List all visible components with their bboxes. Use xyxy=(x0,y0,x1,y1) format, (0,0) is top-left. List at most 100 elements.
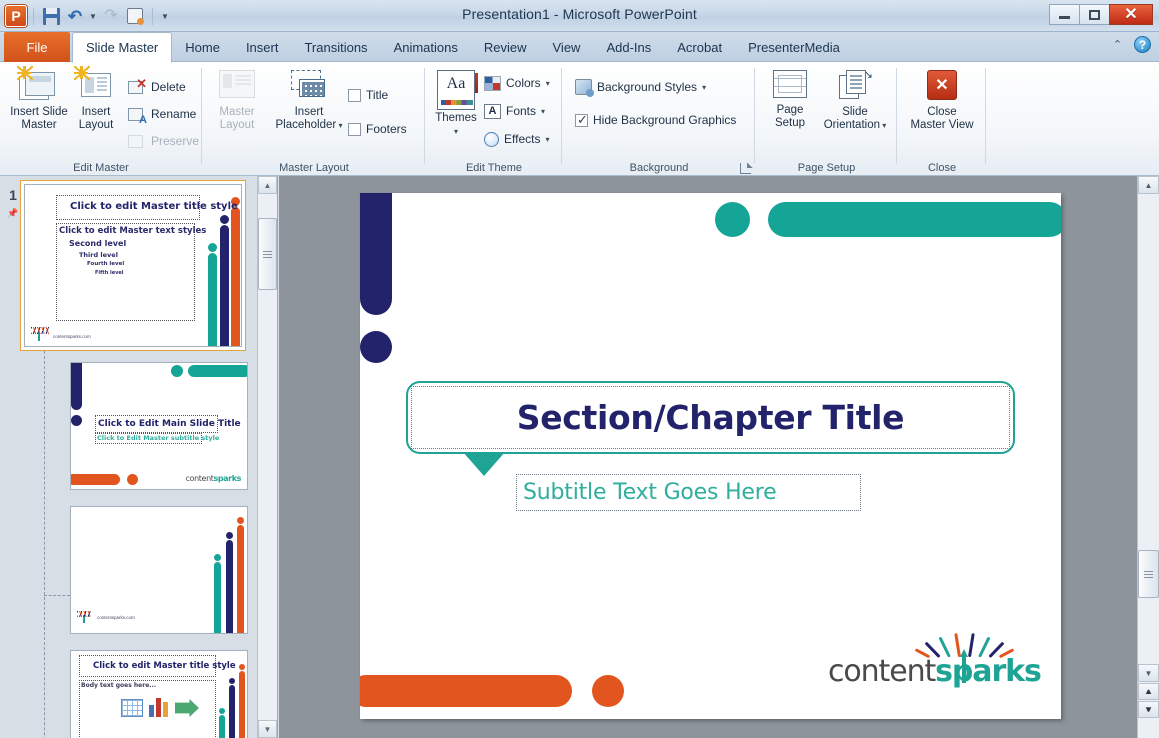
theme-fonts-button[interactable]: A Fonts ▾ xyxy=(484,98,545,124)
slide-canvas[interactable]: Section/Chapter Title Subtitle Text Goes… xyxy=(360,193,1061,719)
tab-transitions[interactable]: Transitions xyxy=(291,32,380,62)
chevron-down-icon[interactable]: ▾ xyxy=(541,107,545,116)
blank-layout-thumbnail[interactable]: contentsparks.com xyxy=(70,506,248,634)
preserve-master-indicator-icon: 📌 xyxy=(7,207,19,218)
background-styles-button[interactable]: Background Styles ▾ xyxy=(575,74,706,100)
next-slide-button[interactable]: ▼ ▼ xyxy=(1138,701,1159,718)
subtitle-placeholder[interactable]: Subtitle Text Goes Here xyxy=(516,474,861,511)
help-question-icon[interactable]: ? xyxy=(1134,36,1151,53)
thumbnail-scrollbar-thumb[interactable] xyxy=(258,218,277,290)
themes-icon: Aa xyxy=(437,70,478,110)
minimize-ribbon-icon[interactable]: ⌃ xyxy=(1111,38,1124,51)
maximize-button[interactable] xyxy=(1079,4,1109,25)
group-close: ✕ Close Master View Close xyxy=(898,62,986,176)
title-slide-layout-thumbnail[interactable]: Click to Edit Main Slide Title Click to … xyxy=(70,362,248,490)
tab-file[interactable]: File xyxy=(4,32,70,62)
themes-button[interactable]: Aa Themes ▾ xyxy=(428,62,484,138)
contentsparks-logo: contentsparks xyxy=(185,474,242,483)
checkbox-icon xyxy=(348,88,361,102)
logo-wordmark: contentsparks xyxy=(828,654,1042,689)
theme-fonts-label: Fonts xyxy=(506,104,537,118)
chevron-down-icon[interactable]: ▾ xyxy=(702,83,706,92)
tab-insert[interactable]: Insert xyxy=(233,32,292,62)
title-and-content-layout-thumbnail[interactable]: Click to edit Master title style Body te… xyxy=(70,650,248,738)
footers-checkbox[interactable]: Footers xyxy=(348,116,407,142)
navy-accent-dot xyxy=(360,331,392,363)
title-checkbox[interactable]: Title xyxy=(348,82,388,108)
thumbnail-row-2[interactable]: Click to Edit Main Slide Title Click to … xyxy=(70,362,248,490)
logo-text-content: content xyxy=(828,654,936,689)
slide-orientation-label-line1: Slide xyxy=(842,106,868,118)
chevron-down-icon[interactable]: ▾ xyxy=(454,127,458,136)
window-controls: ✕ xyxy=(1049,4,1153,25)
thumbnail-scrollbar[interactable]: ▲ ▼ xyxy=(257,176,277,738)
group-label-edit-master: Edit Master xyxy=(73,162,129,174)
chevron-down-icon[interactable]: ▾ xyxy=(546,79,550,88)
tab-slide-master[interactable]: Slide Master xyxy=(72,32,173,63)
thumbnail-list[interactable]: 1 📌 Click to edit Master title style Cli… xyxy=(0,176,258,738)
theme-effects-label: Effects xyxy=(504,132,541,146)
minimize-button[interactable] xyxy=(1049,4,1079,25)
insert-table-icon[interactable] xyxy=(121,699,143,717)
insert-chart-icon[interactable] xyxy=(149,698,171,717)
insert-layout-label-line2: Layout xyxy=(78,119,114,131)
chevron-down-icon[interactable]: ▾ xyxy=(880,121,886,130)
delete-master-button[interactable]: ✕ Delete xyxy=(128,74,186,100)
tab-acrobat[interactable]: Acrobat xyxy=(664,32,735,62)
page-setup-icon xyxy=(773,70,807,98)
slide-master-thumbnail[interactable]: Click to edit Master title style Click t… xyxy=(21,181,245,350)
close-master-view-button[interactable]: ✕ Close Master View xyxy=(902,62,982,132)
insert-layout-button[interactable]: Insert Layout xyxy=(64,62,128,132)
page-setup-button[interactable]: Page Setup xyxy=(762,62,818,130)
slide-edit-area[interactable]: Section/Chapter Title Subtitle Text Goes… xyxy=(279,176,1137,738)
group-page-setup: Page Setup ↘ Slide Orientation ▾ Page Setu… xyxy=(756,62,897,176)
rename-master-button[interactable]: A Rename xyxy=(128,101,196,127)
rename-icon: A xyxy=(128,106,147,125)
themes-label: Themes xyxy=(435,112,477,124)
divider xyxy=(985,68,986,164)
orange-accent-bar xyxy=(360,675,572,707)
thumbnail-scroll-up-button[interactable]: ▲ xyxy=(258,176,277,194)
thumbnail-row-4[interactable]: Click to edit Master title style Body te… xyxy=(70,650,248,738)
title-placeholder[interactable]: Section/Chapter Title xyxy=(406,381,1015,454)
insert-placeholder-button[interactable]: Insert Placeholder ▾ xyxy=(265,62,353,132)
tab-home[interactable]: Home xyxy=(172,32,233,62)
effects-icon xyxy=(484,131,499,147)
theme-effects-button[interactable]: Effects ▾ xyxy=(484,126,549,152)
preserve-master-button[interactable]: Preserve xyxy=(128,128,199,154)
master-body-placeholder[interactable] xyxy=(56,223,195,321)
chevron-down-icon[interactable]: ▾ xyxy=(545,135,549,144)
window-title: Presentation1 - Microsoft PowerPoint xyxy=(462,6,697,22)
slide-scrollbar[interactable]: ▲ ▼ ▲ ▲ ▼ ▼ xyxy=(1137,176,1159,738)
close-button[interactable]: ✕ xyxy=(1109,4,1153,25)
layout-title-text: Click to edit Master title style xyxy=(93,661,236,671)
group-label-close: Close xyxy=(927,162,957,174)
hide-background-graphics-label: Hide Background Graphics xyxy=(593,113,737,127)
master-body-level-3: Third level xyxy=(79,251,118,259)
rename-label: Rename xyxy=(151,107,197,121)
group-label-master-layout: Master Layout xyxy=(279,162,349,174)
slide-scroll-down-button[interactable]: ▼ xyxy=(1138,664,1159,682)
powerpoint-window: P ↶ ▼ ↷ ▼ Presentation1 - Microsoft Powe… xyxy=(0,0,1159,738)
thumbnail-row-3[interactable]: contentsparks.com xyxy=(70,506,248,634)
insert-placeholder-label-line2: Placeholder xyxy=(275,119,337,131)
tab-review[interactable]: Review xyxy=(471,32,540,62)
thumbnail-row-1[interactable]: 1 📌 Click to edit Master title style Cli… xyxy=(2,181,245,350)
theme-colors-button[interactable]: Colors ▾ xyxy=(484,70,550,96)
slide-scroll-up-button[interactable]: ▲ xyxy=(1138,176,1159,194)
insert-layout-icon xyxy=(74,66,116,102)
tab-add-ins[interactable]: Add-Ins xyxy=(593,32,664,62)
chevron-down-icon[interactable]: ▾ xyxy=(336,121,342,130)
slide-scrollbar-thumb[interactable] xyxy=(1138,550,1159,598)
previous-slide-button[interactable]: ▲ ▲ xyxy=(1138,683,1159,700)
hide-background-graphics-checkbox[interactable]: Hide Background Graphics xyxy=(575,107,736,133)
background-dialog-launcher[interactable] xyxy=(740,163,751,174)
master-layout-button[interactable]: Master Layout xyxy=(205,62,269,132)
master-layout-icon xyxy=(219,70,255,98)
thumbnail-scroll-down-button[interactable]: ▼ xyxy=(258,720,277,738)
tab-presentermedia[interactable]: PresenterMedia xyxy=(735,32,853,62)
page-setup-label-line2: Setup xyxy=(774,117,806,129)
tab-view[interactable]: View xyxy=(540,32,594,62)
tab-animations[interactable]: Animations xyxy=(381,32,471,62)
slide-orientation-button[interactable]: ↘ Slide Orientation ▾ xyxy=(814,62,896,132)
